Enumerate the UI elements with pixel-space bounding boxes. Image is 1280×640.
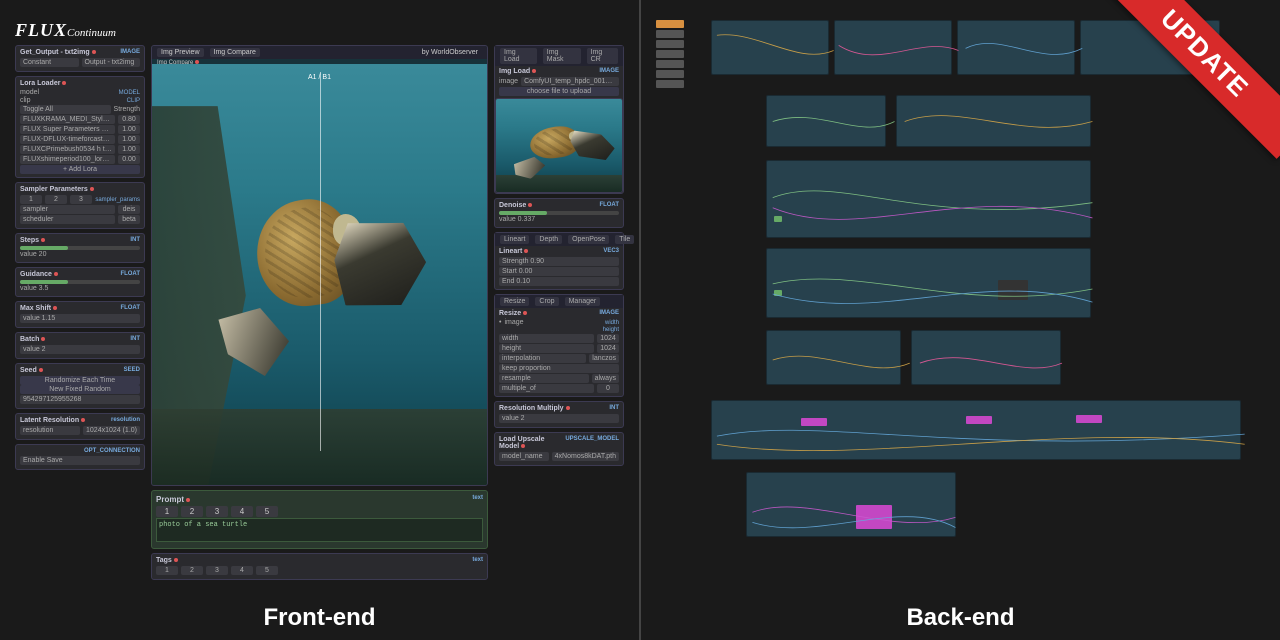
panel-opt[interactable]: OPT_CONNECTION Enable Save (15, 444, 145, 470)
choose-file-button[interactable]: choose file to upload (499, 87, 619, 96)
panel-seed[interactable]: SeedSEED Randomize Each Time New Fixed R… (15, 363, 145, 409)
lora-item[interactable]: FLUX-DFLUX-timeforcastd_deter...1.00 (20, 135, 140, 144)
panel-batch[interactable]: BatchINT value 2 (15, 332, 145, 359)
panel-get-output[interactable]: Get_Output - txt2imgIMAGE ConstantOutput… (15, 45, 145, 72)
brand: FLUXContinuum (15, 20, 624, 41)
lora-item[interactable]: FLUXCPrimebush0534 h t o...1.00 (20, 145, 140, 154)
left-column: Get_Output - txt2imgIMAGE ConstantOutput… (15, 45, 145, 580)
steps-slider[interactable] (20, 246, 140, 250)
add-lora-button[interactable]: + Add Lora (20, 165, 140, 174)
backend-pane: Back-end (641, 0, 1280, 640)
center-column: Img Preview Img Compare by WorldObserver… (151, 45, 488, 580)
loaded-image-thumb (495, 98, 623, 193)
backend-label: Back-end (641, 604, 1280, 632)
lora-item[interactable]: FLUX Super Parameters 16 b...1.00 (20, 125, 140, 134)
panel-denoise[interactable]: DenoiseFLOAT value 0.337 (494, 198, 624, 228)
wires (656, 20, 1265, 568)
right-column: Img Load Img Mask Img CR Img LoadIMAGE i… (494, 45, 624, 580)
tab-img-compare[interactable]: Img Compare (210, 48, 260, 57)
node-graph[interactable] (656, 20, 1265, 560)
panel-lineart[interactable]: Lineart Depth OpenPose Tile LineartVEC3 … (494, 232, 624, 290)
tab-img-mask[interactable]: Img Mask (543, 48, 581, 64)
prompt-input[interactable] (156, 518, 483, 542)
frontend-label: Front-end (0, 604, 639, 632)
denoise-slider[interactable] (499, 211, 619, 215)
compare-handle[interactable] (320, 72, 321, 451)
panel-sampler[interactable]: Sampler Parameters 123sampler_params sam… (15, 182, 145, 229)
panel-upscale-model[interactable]: Load Upscale ModelUPSCALE_MODEL model_na… (494, 432, 624, 466)
panel-resize[interactable]: Resize Crop Manager ResizeIMAGE • imagew… (494, 294, 624, 397)
panel-prompt[interactable]: Prompttext 12345 (151, 490, 488, 549)
panel-guidance[interactable]: GuidanceFLOAT value 3.5 (15, 267, 145, 297)
panel-img-load[interactable]: Img Load Img Mask Img CR Img LoadIMAGE i… (494, 45, 624, 194)
randomize-button[interactable]: Randomize Each Time (20, 376, 140, 385)
frontend-pane: FLUXContinuum Get_Output - txt2imgIMAGE … (0, 0, 639, 640)
tab-img-cr[interactable]: Img CR (587, 48, 618, 64)
new-random-button[interactable]: New Fixed Random (20, 385, 140, 394)
panel-lora-loader[interactable]: Lora Loader modelMODEL clipCLIP Toggle A… (15, 76, 145, 178)
panel-latent-res[interactable]: Latent Resolutionresolution resolution10… (15, 413, 145, 440)
tab-img-load[interactable]: Img Load (500, 48, 537, 64)
tab-img-preview[interactable]: Img Preview (157, 48, 204, 57)
panel-res-multiply[interactable]: Resolution MultiplyINT value 2 (494, 401, 624, 428)
image-compare-panel[interactable]: Img Preview Img Compare by WorldObserver… (151, 45, 488, 486)
lora-item[interactable]: FLUXKRAMA_MEDI_Style_F1-D...0.80 (20, 115, 140, 124)
guidance-slider[interactable] (20, 280, 140, 284)
panel-tags[interactable]: Tagstext 12345 (151, 553, 488, 580)
lora-item[interactable]: FLUXshimeperiod100_lora.safet...0.00 (20, 155, 140, 164)
panel-maxshift[interactable]: Max ShiftFLOAT value 1.15 (15, 301, 145, 328)
panel-steps[interactable]: StepsINT value 20 (15, 233, 145, 263)
